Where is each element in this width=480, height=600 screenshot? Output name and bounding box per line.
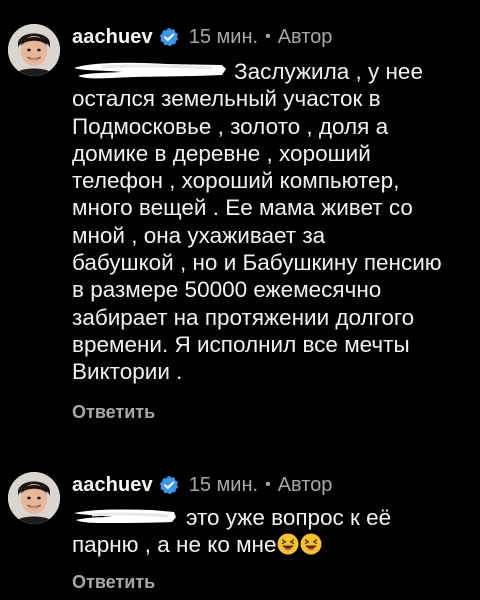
redaction-scribble <box>74 62 226 79</box>
redacted-mention[interactable] <box>72 505 178 527</box>
comment-meta: aachuev 15 мин. • Автор <box>72 470 332 500</box>
comment-meta: aachuev 15 мин. • Автор <box>72 22 332 52</box>
comment-time: 15 мин. <box>188 473 259 496</box>
comment-body: Заслужила , у нее остался земельный учас… <box>72 59 442 385</box>
redacted-mention[interactable] <box>72 59 228 81</box>
username[interactable]: aachuev <box>72 26 153 49</box>
laughing-emoji-icon <box>300 533 321 555</box>
avatar[interactable] <box>8 472 60 524</box>
reply-button[interactable]: Ответить <box>72 572 155 593</box>
author-badge: Автор <box>277 25 333 48</box>
redaction-scribble <box>74 509 176 523</box>
comment-time: 15 мин. <box>188 25 259 48</box>
comment-text: это уже вопрос к её парню , а не ко мне <box>72 504 472 559</box>
comment-text: Заслужила , у нее остался земельный учас… <box>72 58 472 386</box>
username[interactable]: aachuev <box>72 474 153 497</box>
author-badge: Автор <box>277 473 333 496</box>
verified-badge-icon <box>159 475 178 495</box>
reply-button[interactable]: Ответить <box>72 402 155 423</box>
avatar[interactable] <box>8 24 60 76</box>
laughing-emoji-icon <box>277 533 298 555</box>
meta-separator: • <box>265 476 271 493</box>
verified-badge-icon <box>159 27 178 47</box>
meta-separator: • <box>265 28 271 45</box>
emoji-pair <box>277 532 323 557</box>
